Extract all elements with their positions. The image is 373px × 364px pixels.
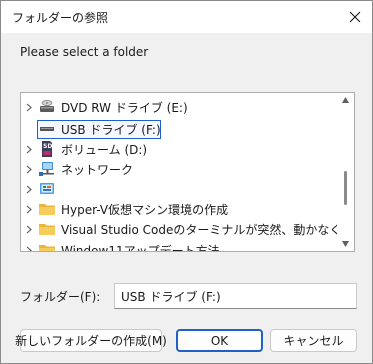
chevron-right-icon[interactable] — [24, 139, 34, 159]
new-folder-button[interactable]: 新しいフォルダーの作成(M) — [15, 329, 167, 352]
tree-item-usb-drive[interactable]: USB ドライブ (F:) — [21, 119, 337, 139]
tree-item-control-panel[interactable] — [21, 179, 337, 199]
chevron-right-icon[interactable] — [24, 240, 34, 251]
folder-input[interactable] — [114, 283, 357, 309]
scrollbar-thumb[interactable] — [344, 171, 347, 205]
network-icon — [38, 160, 56, 178]
tree-item-label: ボリューム (D:) — [61, 142, 148, 157]
tree-item-folder-hyperv[interactable]: Hyper-V仮想マシン環境の作成 — [21, 199, 337, 219]
cancel-button[interactable]: キャンセル — [270, 329, 357, 352]
tree-item-folder-vscode[interactable]: Visual Studio Codeのターミナルが突然、動かなくなった時の — [21, 219, 354, 239]
svg-text:SD: SD — [43, 143, 52, 150]
tree-item-dvd-drive[interactable]: DVD RW ドライブ (E:) — [21, 97, 337, 117]
folder-browse-dialog: フォルダーの参照 Please select a folder DVD RW ド… — [0, 0, 373, 364]
window-title: フォルダーの参照 — [12, 11, 109, 25]
folder-icon — [38, 220, 56, 238]
tree-item-label: Window11アップデート方法 — [61, 243, 220, 252]
tree-item-label: USB ドライブ (F:) — [61, 122, 161, 137]
chevron-right-icon[interactable] — [24, 159, 34, 179]
control-panel-icon — [38, 180, 56, 198]
sd-card-icon: SD — [38, 140, 56, 158]
folder-icon — [38, 200, 56, 218]
folder-icon — [38, 241, 56, 251]
chevron-right-icon[interactable] — [24, 97, 34, 117]
chevron-right-icon[interactable] — [24, 219, 34, 239]
prompt-text: Please select a folder — [20, 45, 149, 59]
usb-drive-icon — [38, 120, 56, 138]
close-button[interactable] — [338, 1, 372, 33]
tree-item-label: ネットワーク — [61, 162, 134, 177]
folder-field-label: フォルダー(F): — [20, 290, 101, 304]
tree-item-volume-d[interactable]: SD ボリューム (D:) — [21, 139, 337, 159]
folder-tree[interactable]: DVD RW ドライブ (E:) USB ドライブ (F:) SD ボリューム … — [20, 92, 355, 252]
title-bar: フォルダーの参照 — [1, 1, 372, 33]
scroll-down-arrow-icon[interactable] — [342, 241, 349, 247]
dvd-drive-icon — [38, 98, 56, 116]
close-icon — [349, 11, 361, 23]
scroll-up-arrow-icon[interactable] — [342, 97, 349, 103]
chevron-right-icon[interactable] — [24, 199, 34, 219]
tree-item-network[interactable]: ネットワーク — [21, 159, 337, 179]
tree-item-label: Hyper-V仮想マシン環境の作成 — [61, 202, 229, 217]
tree-item-label: Visual Studio Codeのターミナルが突然、動かなくなった時の — [61, 222, 354, 237]
chevron-right-icon[interactable] — [24, 179, 34, 199]
vertical-scrollbar[interactable] — [337, 93, 354, 251]
tree-item-label: DVD RW ドライブ (E:) — [61, 100, 188, 115]
tree-item-folder-windows11[interactable]: Window11アップデート方法 — [21, 240, 337, 252]
ok-button[interactable]: OK — [176, 329, 263, 352]
